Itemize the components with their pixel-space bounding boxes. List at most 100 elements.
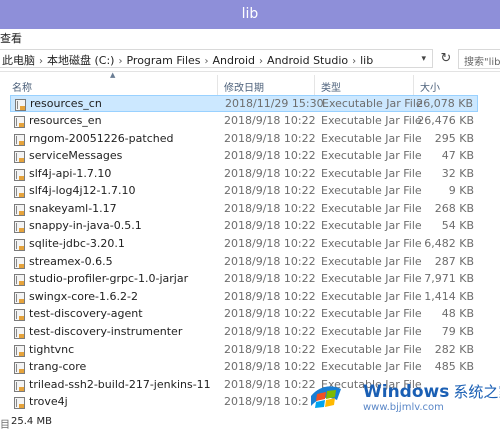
jar-file-icon xyxy=(14,134,25,146)
file-type: Executable Jar File xyxy=(321,132,422,145)
file-row[interactable]: trang-core 2018/9/18 10:22 Executable Jar … xyxy=(10,359,478,376)
file-date: 2018/9/18 10:22 xyxy=(224,290,316,303)
chevron-right-icon[interactable]: › xyxy=(352,56,356,67)
window-title: lib xyxy=(241,6,259,22)
jar-file-icon xyxy=(14,116,25,128)
view-menu-tab[interactable]: 查看 xyxy=(0,30,22,46)
jar-file-icon xyxy=(14,292,25,304)
file-row[interactable]: resources_cn 2018/11/29 15:30 Executable J… xyxy=(10,95,478,112)
search-placeholder: 搜索"lib" xyxy=(464,57,500,68)
file-size: 32 KB xyxy=(441,167,474,180)
file-row[interactable]: test-discovery-agent 2018/9/18 10:22 Execu… xyxy=(10,306,478,323)
file-size: 48 KB xyxy=(441,307,474,320)
column-header-name[interactable]: 名称 xyxy=(12,79,32,94)
file-type: Executable Jar File xyxy=(321,149,422,162)
file-row[interactable]: snakeyaml-1.17 2018/9/18 10:22 Executable … xyxy=(10,201,478,218)
file-type: Executable Jar File xyxy=(321,237,422,250)
file-name: streamex-0.6.5 xyxy=(29,255,113,268)
file-row[interactable]: sqlite-jdbc-3.20.1 2018/9/18 10:22 Executa… xyxy=(10,236,478,253)
file-size: 26,476 KB xyxy=(417,114,474,127)
column-header-size[interactable]: 大小 xyxy=(420,79,440,94)
jar-file-icon xyxy=(14,362,25,374)
file-name: resources_cn xyxy=(30,97,102,110)
ribbon-menu: 查看 xyxy=(0,29,500,46)
jar-file-icon xyxy=(14,204,25,216)
jar-file-icon xyxy=(14,274,25,286)
jar-file-icon xyxy=(14,327,25,339)
column-header-date[interactable]: 修改日期 xyxy=(224,79,264,94)
crumb-local-disk[interactable]: 本地磁盘 (C:) xyxy=(47,52,114,68)
jar-file-icon xyxy=(14,309,25,321)
file-date: 2018/9/18 10:22 xyxy=(224,360,316,373)
address-bar[interactable]: 此电脑 › 本地磁盘 (C:) › Program Files › Android › Andr… xyxy=(0,49,433,68)
file-type: Executable Jar File xyxy=(321,343,422,356)
chevron-right-icon[interactable]: › xyxy=(259,56,263,67)
watermark-url: www.bjjmlv.com xyxy=(363,402,444,413)
file-type: Executable Jar File xyxy=(321,202,422,215)
column-divider[interactable] xyxy=(314,75,315,95)
jar-file-icon xyxy=(14,380,25,392)
file-row[interactable]: streamex-0.6.5 2018/9/18 10:22 Executable … xyxy=(10,254,478,271)
file-row[interactable]: rngom-20051226-patched 2018/9/18 10:22 Exe… xyxy=(10,131,478,148)
file-row[interactable]: swingx-core-1.6.2-2 2018/9/18 10:22 Execut… xyxy=(10,289,478,306)
file-row[interactable]: serviceMessages 2018/9/18 10:22 Executable… xyxy=(10,148,478,165)
file-name: snappy-in-java-0.5.1 xyxy=(29,219,142,232)
chevron-right-icon[interactable]: › xyxy=(39,56,43,67)
search-input[interactable]: 搜索"lib" xyxy=(458,49,500,69)
file-date: 2018/9/18 10:22 xyxy=(224,343,316,356)
file-date: 2018/9/18 10:22 xyxy=(224,132,316,145)
crumb-android[interactable]: Android xyxy=(213,54,256,67)
chevron-right-icon[interactable]: › xyxy=(205,56,209,67)
chevron-down-icon[interactable]: ▾ xyxy=(421,54,426,64)
status-bar: 目 25.4 MB xyxy=(0,413,500,432)
file-size: 1,414 KB xyxy=(424,290,474,303)
chevron-right-icon[interactable]: › xyxy=(118,56,122,67)
file-size: 26,078 KB xyxy=(416,97,473,110)
file-name: rngom-20051226-patched xyxy=(29,132,174,145)
file-size: 287 KB xyxy=(434,255,474,268)
file-date: 2018/9/18 10:22 xyxy=(224,378,316,391)
column-header-type[interactable]: 类型 xyxy=(321,79,341,94)
file-type: Executable Jar File xyxy=(321,360,422,373)
column-divider[interactable] xyxy=(217,75,218,95)
file-size: 295 KB xyxy=(434,132,474,145)
file-row[interactable]: slf4j-log4j12-1.7.10 2018/9/18 10:22 Execu… xyxy=(10,183,478,200)
file-date: 2018/9/18 10:22 xyxy=(224,219,316,232)
column-divider[interactable] xyxy=(413,75,414,95)
file-row[interactable]: resources_en 2018/9/18 10:22 Executable Ja… xyxy=(10,113,478,130)
file-type: Executable Jar File xyxy=(321,219,422,232)
jar-file-icon xyxy=(14,169,25,181)
breadcrumb: 此电脑 › 本地磁盘 (C:) › Program Files › Android › Andr… xyxy=(2,52,373,68)
file-date: 2018/9/18 10:22 xyxy=(224,307,316,320)
crumb-program-files[interactable]: Program Files xyxy=(126,54,200,67)
file-type: Executable Jar File xyxy=(322,97,423,110)
file-type: Executable Jar File xyxy=(321,272,422,285)
file-row[interactable]: tightvnc 2018/9/18 10:22 Executable Jar Fi… xyxy=(10,342,478,359)
file-name: sqlite-jdbc-3.20.1 xyxy=(29,237,125,250)
status-selected-size: 25.4 MB xyxy=(11,416,52,427)
file-size: 282 KB xyxy=(434,343,474,356)
jar-file-icon xyxy=(14,151,25,163)
crumb-this-pc[interactable]: 此电脑 xyxy=(2,52,35,68)
file-row[interactable]: slf4j-api-1.7.10 2018/9/18 10:22 Executabl… xyxy=(10,166,478,183)
file-name: trove4j xyxy=(29,395,68,408)
file-row[interactable]: studio-profiler-grpc-1.0-jarjar 2018/9/18… xyxy=(10,271,478,288)
windows-logo-icon xyxy=(311,386,341,408)
file-name: studio-profiler-grpc-1.0-jarjar xyxy=(29,272,189,285)
title-bar: lib xyxy=(0,0,500,29)
jar-file-icon xyxy=(14,239,25,251)
file-size: 79 KB xyxy=(441,325,474,338)
file-date: 2018/11/29 15:30 xyxy=(225,97,324,110)
file-type: Executable Jar File xyxy=(321,167,422,180)
column-headers: 名称 修改日期 类型 大小 xyxy=(0,73,500,95)
crumb-android-studio[interactable]: Android Studio xyxy=(267,54,348,67)
watermark-brand: Windows系统之家 xyxy=(363,381,500,402)
file-name: trilead-ssh2-build-217-jenkins-11 xyxy=(29,378,211,391)
crumb-lib[interactable]: lib xyxy=(360,54,373,67)
file-row[interactable]: snappy-in-java-0.5.1 2018/9/18 10:22 Execu… xyxy=(10,218,478,235)
refresh-icon[interactable]: ↻ xyxy=(437,50,455,68)
file-size: 47 KB xyxy=(441,149,474,162)
watermark-brand-cn: 系统之家 xyxy=(453,383,500,401)
file-type: Executable Jar File xyxy=(321,325,422,338)
file-row[interactable]: test-discovery-instrumenter 2018/9/18 10:… xyxy=(10,324,478,341)
